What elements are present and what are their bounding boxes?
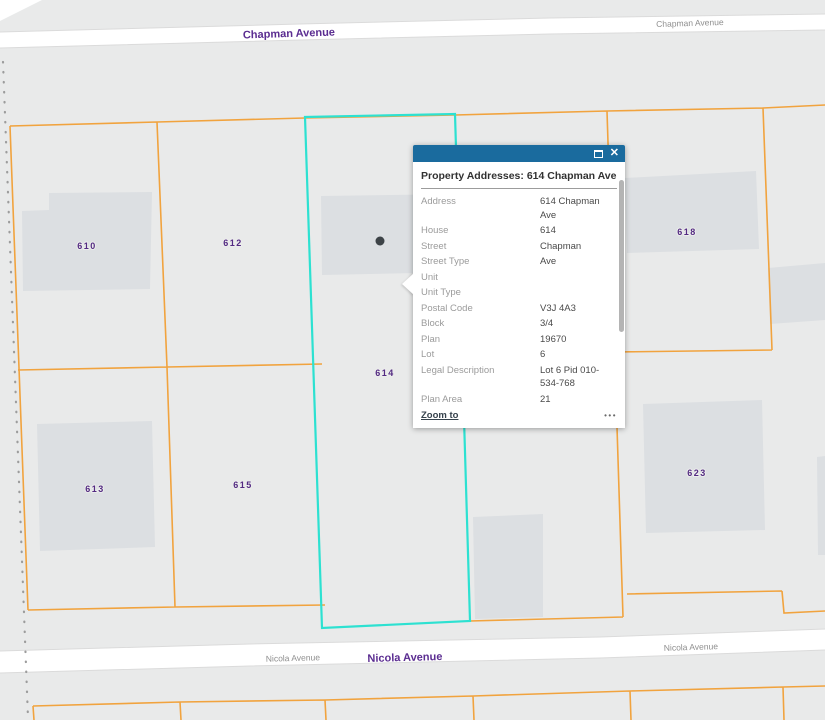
road-corner-wedge	[0, 0, 42, 21]
parcel-label-610: 610	[77, 241, 97, 251]
field-label: House	[421, 224, 540, 238]
field-row: Street Chapman	[421, 239, 617, 255]
field-label: Street Type	[421, 255, 540, 269]
field-value: 614	[540, 224, 617, 238]
field-value: Lot 6 Pid 010-534-768	[540, 364, 617, 391]
building-middle-lower	[473, 514, 543, 619]
field-row: Plan Area 21	[421, 392, 617, 408]
more-options-icon[interactable]: •••	[604, 411, 617, 420]
field-row: Unit Type	[421, 285, 617, 301]
close-icon[interactable]: ✕	[610, 148, 619, 159]
map-view[interactable]: Chapman Avenue Chapman Avenue Nicola Ave…	[0, 0, 825, 720]
parcel-label-618: 618	[677, 227, 697, 237]
maximize-icon[interactable]	[594, 150, 603, 158]
field-row: Plan 19670	[421, 332, 617, 348]
building-right-bottom	[817, 456, 825, 555]
field-row: Legal Description Lot 6 Pid 010-534-768	[421, 363, 617, 392]
building-623	[643, 400, 765, 533]
field-label: Unit	[421, 271, 540, 285]
field-value: 6	[540, 348, 617, 362]
street-label-nicola-small-right: Nicola Avenue	[664, 641, 719, 653]
field-label: Unit Type	[421, 286, 540, 300]
field-label: Plan	[421, 333, 540, 347]
field-label: Street	[421, 240, 540, 254]
field-value: 21	[540, 393, 617, 407]
property-popup: ✕ Property Addresses: 614 Chapman Ave Ad…	[413, 145, 625, 428]
field-value	[540, 271, 617, 285]
field-value: Ave	[540, 255, 617, 269]
parcel-label-623: 623	[687, 468, 707, 478]
field-row: Unit	[421, 270, 617, 286]
field-value	[540, 286, 617, 300]
popup-header: ✕	[413, 145, 625, 162]
popup-footer: Zoom to •••	[421, 407, 617, 428]
field-row: Street Type Ave	[421, 254, 617, 270]
field-value: 19670	[540, 333, 617, 347]
parcel-label-613: 613	[85, 484, 105, 494]
field-row: Address 614 Chapman Ave	[421, 194, 617, 223]
street-label-nicola-primary: Nicola Avenue	[367, 651, 442, 665]
field-label: Block	[421, 317, 540, 331]
parcel-boundaries-south-block[interactable]	[33, 686, 825, 720]
field-value: 3/4	[540, 317, 617, 331]
field-label: Postal Code	[421, 302, 540, 316]
building-618	[625, 171, 759, 253]
zoom-to-link[interactable]: Zoom to	[421, 410, 458, 421]
building-right-top	[768, 263, 825, 324]
field-row: Lot 6	[421, 347, 617, 363]
street-label-nicola-small-left: Nicola Avenue	[266, 652, 321, 663]
survey-dotted-line	[3, 62, 28, 718]
field-label: Legal Description	[421, 364, 540, 391]
field-value: V3J 4A3	[540, 302, 617, 316]
popup-title: Property Addresses: 614 Chapman Ave	[421, 167, 617, 188]
parcel-label-615: 615	[233, 480, 253, 490]
field-label: Lot	[421, 348, 540, 362]
popup-divider	[421, 188, 617, 189]
parcel-label-614: 614	[375, 368, 395, 378]
street-label-chapman-small: Chapman Avenue	[656, 17, 724, 29]
field-row: House 614	[421, 223, 617, 239]
field-row: Block 3/4	[421, 316, 617, 332]
parcel-label-612: 612	[223, 238, 243, 248]
popup-body: Property Addresses: 614 Chapman Ave Addr…	[413, 162, 625, 428]
selected-feature-marker	[376, 237, 385, 246]
popup-scrollbar[interactable]	[619, 180, 624, 332]
field-value: Chapman	[540, 240, 617, 254]
field-row: Postal Code V3J 4A3	[421, 301, 617, 317]
field-label: Address	[421, 195, 540, 222]
attribute-table: Address 614 Chapman Ave House 614 Street…	[421, 194, 617, 407]
field-value: 614 Chapman Ave	[540, 195, 617, 222]
field-label: Plan Area	[421, 393, 540, 407]
